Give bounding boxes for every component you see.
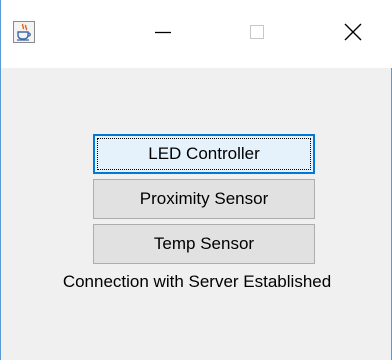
maximize-icon (246, 21, 268, 48)
title-bar[interactable] (1, 0, 392, 68)
java-cup-icon[interactable] (13, 21, 35, 43)
maximize-button[interactable] (231, 12, 283, 57)
connection-status: Connection with Server Established (62, 272, 332, 291)
proximity-sensor-button[interactable]: Proximity Sensor (93, 179, 315, 219)
temp-sensor-label: Temp Sensor (153, 234, 255, 253)
close-button[interactable] (327, 12, 379, 57)
minimize-button[interactable] (137, 12, 189, 57)
app-window: LED Controller Proximity Sensor Temp Sen… (0, 0, 392, 360)
close-icon (342, 21, 364, 48)
led-controller-button[interactable]: LED Controller (93, 134, 315, 174)
temp-sensor-button[interactable]: Temp Sensor (93, 224, 315, 264)
proximity-sensor-label: Proximity Sensor (139, 189, 269, 208)
minimize-icon (152, 21, 174, 48)
led-controller-label: LED Controller (148, 144, 260, 163)
